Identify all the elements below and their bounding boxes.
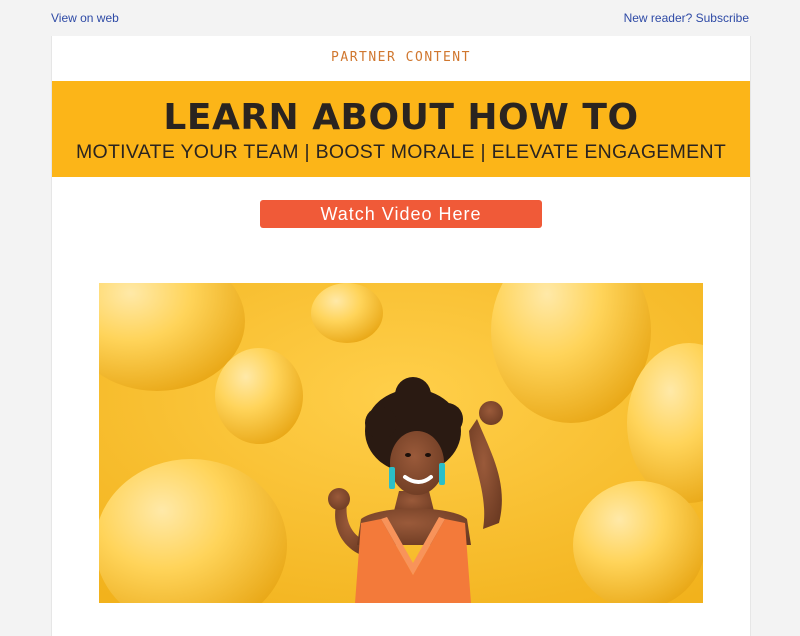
subscribe-link[interactable]: New reader? Subscribe: [624, 11, 749, 25]
balloon: [215, 348, 303, 444]
partner-content-label: PARTNER CONTENT: [331, 50, 471, 65]
email-body: PARTNER CONTENT LEARN ABOUT HOW TO MOTIV…: [51, 36, 751, 636]
view-on-web-link[interactable]: View on web: [51, 11, 119, 25]
woman-with-balloons-photo: [99, 283, 703, 603]
hero-image[interactable]: [99, 283, 703, 603]
top-links-bar: View on web New reader? Subscribe: [51, 11, 749, 25]
balloon: [311, 283, 383, 343]
banner-subtitle: MOTIVATE YOUR TEAM | BOOST MORALE | ELEV…: [75, 141, 727, 163]
promo-banner[interactable]: LEARN ABOUT HOW TO MOTIVATE YOUR TEAM | …: [52, 81, 750, 177]
watch-video-button[interactable]: Watch Video Here: [260, 200, 542, 228]
banner-title: LEARN ABOUT HOW TO: [163, 97, 639, 138]
